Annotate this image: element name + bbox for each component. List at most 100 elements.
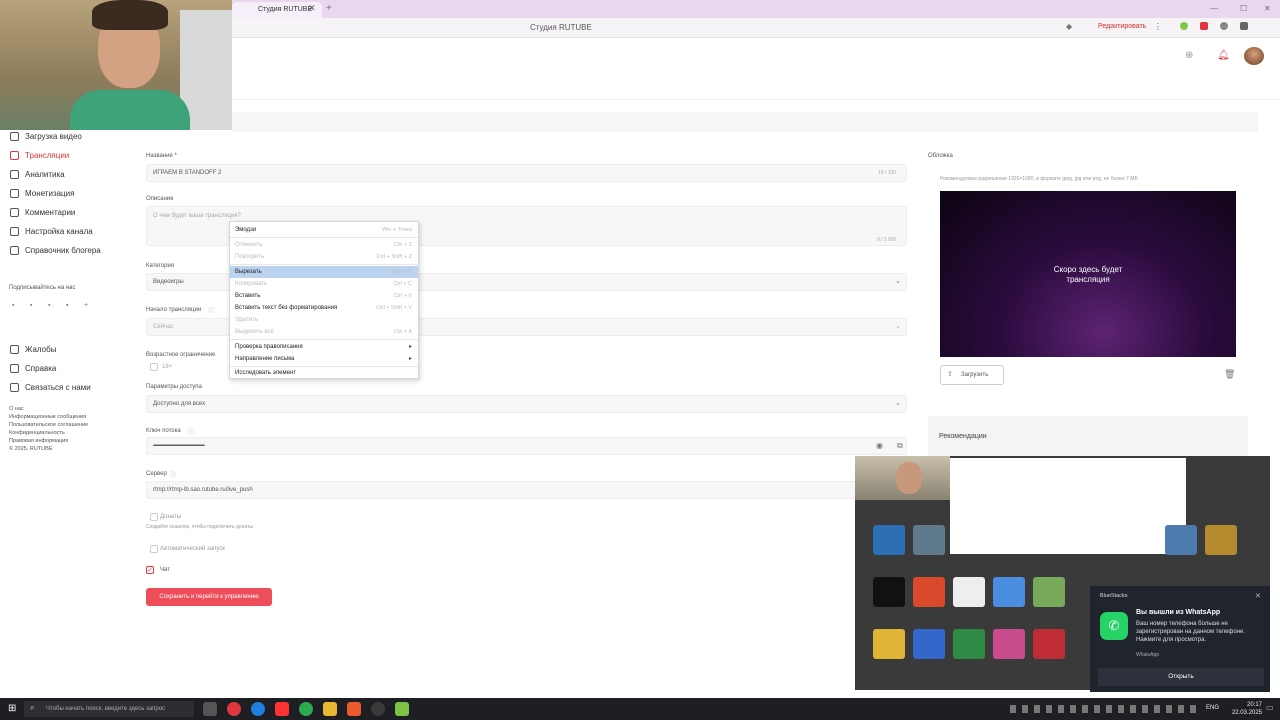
open-notification-button[interactable]: Открыть [1098, 668, 1264, 686]
info-icon[interactable]: ⓘ [188, 427, 194, 436]
menu-item-cut[interactable]: Вырезать Ctrl + X [230, 266, 418, 278]
sidebar-item-upload[interactable]: Загрузка видео [10, 132, 82, 141]
menu-item-emoji[interactable]: Эмодзи Win + Точка [230, 224, 418, 236]
sidebar-item-monetization[interactable]: Монетизация [10, 189, 74, 198]
youtube-icon[interactable] [1200, 22, 1208, 30]
info-icon[interactable]: ⓘ [208, 306, 214, 315]
analytics-icon [10, 170, 19, 179]
footer-link[interactable]: Правовая информация [9, 437, 88, 445]
bluestacks-taskbar-icon[interactable] [395, 702, 409, 716]
taskbar-clock[interactable]: 20:17 22.03.2025 [1226, 701, 1262, 717]
menu-item-writing-direction[interactable]: Направление письма ▸ [230, 353, 418, 365]
tab-close-icon[interactable]: ✕ [308, 3, 316, 14]
menu-item-paste-plain[interactable]: Вставить текст без форматирования Ctrl + … [230, 302, 418, 314]
access-value: Доступно для всех [153, 401, 206, 407]
trash-icon[interactable]: 🗑︎ [1224, 369, 1235, 380]
app-tile[interactable] [873, 577, 905, 607]
recommendations-panel[interactable]: Рекомендации [928, 416, 1248, 456]
menu-item-delete[interactable]: Удалить [230, 314, 418, 326]
copy-icon[interactable]: ⧉ [897, 441, 903, 451]
info-icon[interactable]: ⓘ [170, 470, 176, 479]
dzen-icon[interactable]: ▪ [66, 302, 68, 309]
footer-link[interactable]: Пользовательское соглашение [9, 421, 88, 429]
age-checkbox[interactable] [150, 363, 158, 371]
yandex-browser-icon[interactable] [227, 702, 241, 716]
notifications-icon[interactable]: 🔔︎ [1217, 50, 1230, 61]
app-tile[interactable] [913, 629, 945, 659]
explorer-icon[interactable] [323, 702, 337, 716]
edit-label[interactable]: Редактировать [1098, 23, 1146, 30]
ok-icon[interactable]: ▪ [30, 302, 32, 309]
server-input[interactable]: rtmp://rtmp-lb.sao.rutube.ru/live_push [146, 481, 856, 499]
telegram-icon[interactable]: ▪ [48, 302, 50, 309]
title-input[interactable]: ИГРАЕМ В STANDOFF 2 [146, 164, 907, 182]
chrome-icon[interactable] [299, 702, 313, 716]
windows-start-icon[interactable]: ⊞ [8, 703, 16, 714]
window-minimize-icon[interactable]: — [1210, 4, 1218, 13]
donations-hint[interactable]: Создайте кошелек, чтобы подключить донат… [146, 524, 253, 530]
vk-icon[interactable]: ▪ [12, 302, 14, 309]
avatar[interactable] [1244, 47, 1264, 65]
menu-item-paste[interactable]: Вставить Ctrl + V [230, 290, 418, 302]
system-tray-icons[interactable] [1010, 705, 1200, 713]
menu-item-spellcheck[interactable]: Проверка правописания ▸ [230, 341, 418, 353]
app-tile[interactable] [913, 577, 945, 607]
more-menu-icon[interactable]: ⋮ [1154, 22, 1162, 31]
bookmark-icon[interactable]: ◆ [1066, 22, 1072, 31]
obs-icon[interactable] [371, 702, 385, 716]
account-icon[interactable] [1220, 22, 1228, 30]
app-tile[interactable] [1033, 629, 1065, 659]
yandex-icon[interactable] [275, 702, 289, 716]
sidebar-item-comments[interactable]: Комментарии [10, 208, 75, 217]
sidebar-item-streams[interactable]: Трансляции [10, 151, 69, 160]
app-tile[interactable] [913, 525, 945, 555]
menu-item-copy[interactable]: Копировать Ctrl + C [230, 278, 418, 290]
footer-link[interactable]: Конфиденциальность [9, 429, 88, 437]
chat-checkbox[interactable]: ✓ [146, 566, 154, 574]
menu-item-undo[interactable]: Отменить Ctrl + Z [230, 239, 418, 251]
close-icon[interactable]: ✕ [1255, 592, 1261, 600]
sidebar-item-contact[interactable]: Связаться с нами [10, 383, 91, 392]
task-view-icon[interactable] [203, 702, 217, 716]
notification-center-icon[interactable]: ▭ [1266, 703, 1274, 712]
window-close-icon[interactable]: ✕ [1264, 4, 1271, 13]
app-tile[interactable] [993, 629, 1025, 659]
window-maximize-icon[interactable]: ☐ [1240, 4, 1247, 13]
more-social-icon[interactable]: + [84, 302, 88, 309]
app-tile[interactable] [1165, 525, 1197, 555]
language-indicator[interactable]: ENG [1206, 705, 1219, 711]
menu-item-select-all[interactable]: Выделить всё Ctrl + A [230, 326, 418, 338]
notification-source: WhatsApp [1136, 652, 1160, 658]
new-tab-icon[interactable]: + [326, 3, 332, 14]
download-icon[interactable] [1240, 22, 1248, 30]
footer-link[interactable]: Информационные сообщения [9, 413, 88, 421]
access-select[interactable]: Доступно для всех [146, 395, 907, 413]
add-content-icon[interactable]: ⊕ [1185, 50, 1193, 61]
eye-icon[interactable]: ◉ [876, 441, 883, 450]
menu-item-label: Проверка правописания [235, 344, 303, 350]
sidebar-item-channel-settings[interactable]: Настройка канала [10, 227, 93, 236]
menu-item-label: Повторить [235, 254, 265, 260]
sidebar-item-analytics[interactable]: Аналитика [10, 170, 65, 179]
edge-icon[interactable] [251, 702, 265, 716]
app-tile[interactable] [953, 577, 985, 607]
app-tile[interactable] [1033, 577, 1065, 607]
app-tile[interactable] [953, 629, 985, 659]
extension-icon[interactable] [1180, 22, 1188, 30]
app-tile[interactable] [993, 577, 1025, 607]
app-tile[interactable] [873, 629, 905, 659]
app-tile[interactable] [873, 525, 905, 555]
footer-link[interactable]: О нас [9, 405, 88, 413]
app-tile[interactable] [1205, 525, 1237, 555]
menu-item-redo[interactable]: Повторить Ctrl + Shift + Z [230, 251, 418, 263]
sidebar-item-complaints[interactable]: Жалобы [10, 345, 56, 354]
stream-key-input[interactable]: ••••••••••••••••••••••••••••••••••••••••… [146, 437, 907, 455]
save-and-manage-button[interactable]: Сохранить и перейти к управлению [146, 588, 272, 606]
menu-item-inspect[interactable]: Исследовать элемент [230, 367, 418, 379]
autostart-checkbox[interactable] [150, 545, 158, 553]
donations-checkbox[interactable] [150, 513, 158, 521]
sidebar-item-blogger-guide[interactable]: Справочник блогера [10, 246, 101, 255]
sidebar-item-help[interactable]: Справка [10, 364, 56, 373]
taskbar-search[interactable]: Чтобы начать поиск, введите здесь запрос [24, 701, 194, 717]
app-icon[interactable] [347, 702, 361, 716]
